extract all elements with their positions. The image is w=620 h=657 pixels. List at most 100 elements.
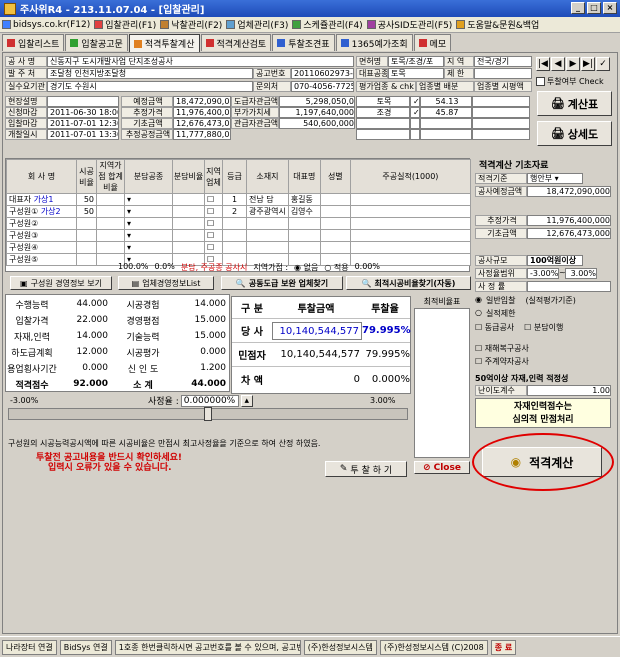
table-row[interactable]: 구성원④ ▾ ☐	[6, 241, 472, 254]
est-amt[interactable]: 11,976,400,000	[527, 215, 611, 226]
difficulty[interactable]: 1.00	[527, 385, 611, 396]
company-name[interactable]: 가상1	[34, 195, 54, 204]
notice-no: 20110602973-00	[291, 68, 354, 79]
tab-bid-table[interactable]: 투찰조견표	[272, 34, 335, 51]
label-eval-sector: 평가업종 & chk	[356, 81, 416, 92]
rate-spin[interactable]: ▴	[240, 394, 253, 407]
record-nav: |◀ ◀ ▶ ▶| ✓	[536, 57, 610, 71]
tab-qual-calc[interactable]: 적격투찰계산	[128, 34, 200, 52]
rate-high[interactable]: 3.00%	[565, 268, 597, 279]
rate-low[interactable]: -3.00%	[527, 268, 559, 279]
score-value: 14.000	[194, 299, 227, 309]
local-check[interactable]: ☐	[204, 217, 223, 230]
check-share[interactable]: ☐ 분담이행	[524, 322, 563, 333]
status-bidsys[interactable]: BidSys 연결	[59, 639, 112, 655]
share-dropdown[interactable]: ▾	[124, 193, 173, 206]
check-disaster[interactable]: ☐ 재해복구공사	[475, 343, 613, 354]
tab-1365[interactable]: 1365예가조회	[335, 34, 413, 51]
next-record-button[interactable]: ▶	[566, 57, 580, 71]
rate-slider[interactable]	[8, 407, 408, 421]
rate-low-label: -3.00%	[10, 396, 39, 405]
rate-value[interactable]	[527, 281, 611, 292]
status-hint: 1호종 한번클릭하시면 공고번호를 볼 수 있으며, 공고번호순	[114, 639, 301, 655]
rate-input[interactable]: 0.000000%	[180, 394, 239, 407]
diff-rate: 0.000%	[371, 373, 410, 385]
plan-amt[interactable]: 18,472,090,000	[527, 186, 611, 197]
score-value: 0.000	[200, 347, 226, 357]
tab-icon	[70, 39, 79, 47]
radio-general[interactable]: ◉ 일반입찰 (실적평가기준)	[475, 295, 613, 306]
base-amt[interactable]: 12,676,473,000	[527, 228, 611, 239]
co-find-button[interactable]: 🔍 공동도급 보완 업체찾기	[221, 276, 343, 290]
status-nara[interactable]: 나라장터 연결	[2, 639, 57, 655]
optimal-ratio-list[interactable]	[414, 308, 470, 458]
menu-award-manage[interactable]: 낙찰관리(F2)	[160, 18, 222, 31]
menu-bid-manage[interactable]: 입찰관리(F1)	[94, 18, 156, 31]
minimize-button[interactable]: _	[571, 2, 585, 14]
calc-table-button[interactable]: 🖨 계산표	[537, 91, 612, 116]
maximize-button[interactable]: □	[587, 2, 601, 14]
table-row[interactable]: 구성원③ ▾ ☐	[6, 229, 472, 242]
row-role: 대표자 가상1	[6, 193, 77, 206]
label-license: 면허명	[356, 56, 388, 67]
local-check[interactable]: ☐	[204, 193, 223, 206]
menu-sid-manage[interactable]: 공사SID도관리(F5)	[366, 18, 452, 31]
ratio-cell[interactable]: 50	[76, 193, 97, 206]
last-record-button[interactable]: ▶|	[581, 57, 595, 71]
prev-record-button[interactable]: ◀	[551, 57, 565, 71]
bid-button[interactable]: ✎ 투 찰 하 기	[325, 461, 407, 477]
table-row[interactable]: 대표자 가상1 50 ▾ ☐ 1 전남 담 홍길동	[6, 193, 472, 206]
tab-bid-list[interactable]: 입찰리스트	[2, 34, 65, 51]
confirm-button[interactable]: ✓	[596, 57, 610, 71]
bid-check-box[interactable]	[536, 77, 545, 86]
check-main-contract[interactable]: ☐ 주계약자공사	[475, 356, 613, 367]
menu-schedule[interactable]: 스케쥴관리(F4)	[292, 18, 363, 31]
local-check[interactable]: ☐	[204, 205, 223, 218]
bid-deadline: 2011-07-01 12:30	[47, 118, 119, 129]
biz-list-button[interactable]: ▤ 업체경영정보List	[118, 276, 214, 290]
close-window-button[interactable]: ×	[603, 2, 617, 14]
local-check[interactable]: ☐	[204, 229, 223, 242]
detail-button[interactable]: 🖨 상세도	[537, 121, 612, 146]
rate-slider-thumb[interactable]	[204, 407, 212, 421]
tab-notice[interactable]: 입찰공고문	[65, 34, 128, 51]
radio-none[interactable]: ◉ 없음	[294, 262, 318, 273]
radio-record-limit[interactable]: ○ 실적제한	[475, 308, 613, 319]
share-dropdown[interactable]: ▾	[124, 241, 173, 254]
score-value: 22.000	[76, 315, 109, 325]
help-icon	[456, 20, 466, 29]
radio-apply[interactable]: ○ 적용	[324, 262, 348, 273]
share-dropdown[interactable]: ▾	[124, 205, 173, 218]
close-list-button[interactable]: ⊘ Close	[414, 461, 470, 474]
total-region: 0.0%	[154, 262, 175, 271]
table-row[interactable]: 구성원① 가상2 50 ▾ ☐ 2 광주광역시 김영수	[6, 205, 472, 218]
label-vat: 부가가치세	[231, 107, 279, 118]
score-value: 1.200	[200, 363, 226, 373]
menu-company-manage[interactable]: 업체관리(F3)	[226, 18, 288, 31]
first-record-button[interactable]: |◀	[536, 57, 550, 71]
check-same-grade[interactable]: ☐ 동급공사	[475, 322, 514, 333]
row-role: 구성원③	[6, 229, 77, 242]
project-name: 신동지구 도시개발사업 단지조성공사	[47, 56, 354, 67]
sector-check[interactable]: ✓	[410, 107, 420, 118]
company-name[interactable]: 가상2	[41, 207, 61, 216]
local-check[interactable]: ☐	[204, 241, 223, 254]
min-ratio-button[interactable]: 🔍 최적시공비율찾기(자동)	[346, 276, 471, 290]
exit-button[interactable]: 종 료	[490, 639, 517, 655]
share-dropdown[interactable]: ▾	[124, 217, 173, 230]
bid-check[interactable]: 투찰여부 Check	[536, 76, 604, 87]
qual-std-select[interactable]: 행안부 ▾	[527, 173, 583, 184]
sector-check[interactable]: ✓	[410, 96, 420, 107]
ratio-cell[interactable]: 50	[76, 205, 97, 218]
score-label: 신 인 도	[127, 364, 159, 375]
bid-amount-input[interactable]: 10,140,544,577	[272, 321, 362, 340]
tab-qual-review[interactable]: 적격계산검토	[200, 34, 272, 51]
menu-help[interactable]: 도움말&문원&백업	[456, 18, 539, 31]
menu-bidsys[interactable]: bidsys.co.kr(F12)	[2, 20, 90, 30]
table-row[interactable]: 구성원② ▾ ☐	[6, 217, 472, 230]
share-dropdown[interactable]: ▾	[124, 229, 173, 242]
license-value: 토목/조경/포	[388, 56, 444, 67]
tab-memo[interactable]: 메모	[413, 34, 452, 51]
partner-info-button[interactable]: ▣ 구성원 경영정보 보기	[10, 276, 112, 290]
app-icon	[4, 2, 16, 15]
